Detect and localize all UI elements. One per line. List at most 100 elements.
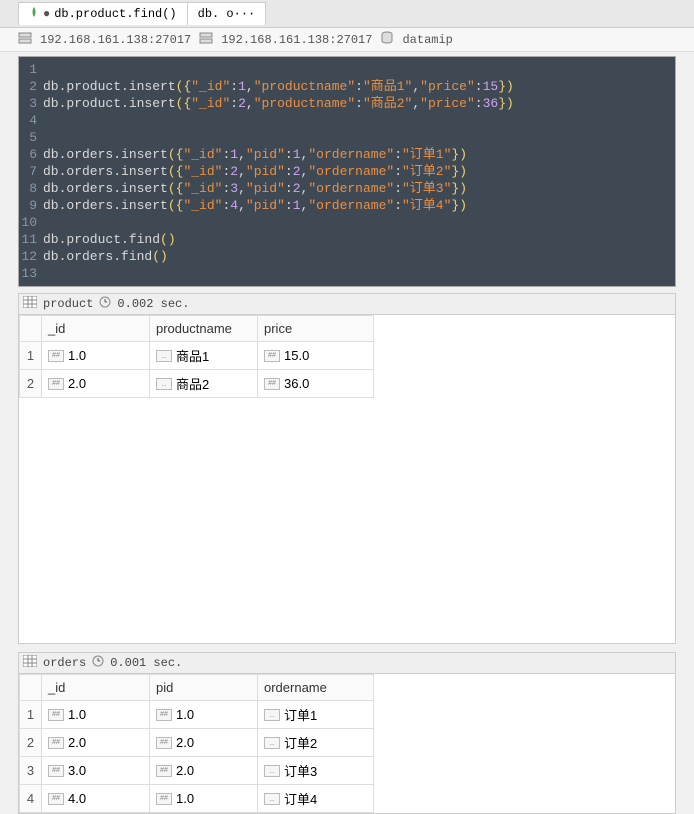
cell[interactable]: ## 1.0 (150, 701, 258, 729)
editor-line[interactable]: 6db.orders.insert({"_id":1,"pid":1,"orde… (19, 146, 675, 163)
line-number: 5 (19, 129, 43, 146)
grid-icon (23, 296, 37, 312)
result-name: orders (43, 656, 86, 670)
table-row[interactable]: 4##4.0 ## 1.0 ‥ 订单4 (20, 785, 374, 813)
editor-line[interactable]: 12db.orders.find() (19, 248, 675, 265)
line-number: 1 (19, 61, 43, 78)
code-content[interactable] (43, 214, 51, 231)
number-type-icon: ## (264, 378, 280, 390)
cell[interactable]: ‥商品2 (150, 370, 258, 398)
column-header[interactable]: _id (42, 675, 150, 701)
tab-query-2[interactable]: db. o··· (188, 2, 267, 25)
number-type-icon: ## (156, 793, 172, 805)
number-type-icon: ## (156, 737, 172, 749)
cell[interactable]: ## 36.0 (258, 370, 374, 398)
editor-line[interactable]: 4 (19, 112, 675, 129)
cell-value: 2.0 (68, 735, 86, 750)
column-header[interactable]: price (258, 316, 374, 342)
code-content[interactable]: db.orders.find() (43, 248, 168, 265)
product-table[interactable]: _idproductnameprice1##1.0‥商品1##15.02##2.… (19, 315, 374, 398)
code-editor[interactable]: 1 2db.product.insert({"_id":1,"productna… (18, 56, 676, 287)
code-content[interactable]: db.orders.insert({"_id":3,"pid":2,"order… (43, 180, 467, 197)
line-number: 12 (19, 248, 43, 265)
cell-value: 2.0 (176, 763, 194, 778)
cell-value: 1.0 (176, 707, 194, 722)
number-type-icon: ## (156, 709, 172, 721)
string-type-icon: ‥ (264, 793, 280, 805)
result-name: product (43, 297, 93, 311)
code-content[interactable] (43, 112, 51, 129)
row-number: 3 (20, 757, 42, 785)
cell[interactable]: ‥商品1 (150, 342, 258, 370)
cell-value: 订单2 (284, 733, 317, 752)
cell[interactable]: ‥订单2 (258, 729, 374, 757)
editor-line[interactable]: 1 (19, 61, 675, 78)
code-content[interactable]: db.product.insert({"_id":1,"productname"… (43, 78, 514, 95)
editor-line[interactable]: 13 (19, 265, 675, 282)
table-row[interactable]: 1##1.0‥商品1##15.0 (20, 342, 374, 370)
tab-label: db. o··· (198, 7, 256, 21)
code-content[interactable] (43, 265, 51, 282)
product-result: product 0.002 sec. _idproductnameprice1#… (18, 293, 676, 644)
cell-value: 36.0 (284, 376, 309, 391)
server-icon (18, 31, 32, 49)
orders-result: orders 0.001 sec. _idpidordername1##1.0#… (18, 652, 676, 814)
cell-value: 1.0 (176, 791, 194, 806)
code-content[interactable]: db.orders.insert({"_id":1,"pid":1,"order… (43, 146, 467, 163)
table-row[interactable]: 2##2.0‥商品2##36.0 (20, 370, 374, 398)
editor-line[interactable]: 2db.product.insert({"_id":1,"productname… (19, 78, 675, 95)
orders-table[interactable]: _idpidordername1##1.0##1.0‥订单12##2.0##2.… (19, 674, 374, 813)
cell[interactable]: ## 1.0 (150, 785, 258, 813)
table-row[interactable]: 2##2.0##2.0‥订单2 (20, 729, 374, 757)
mongo-leaf-icon (29, 7, 39, 21)
editor-line[interactable]: 3db.product.insert({"_id":2,"productname… (19, 95, 675, 112)
cell[interactable]: ‥订单3 (258, 757, 374, 785)
editor-line[interactable]: 9db.orders.insert({"_id":4,"pid":1,"orde… (19, 197, 675, 214)
column-header[interactable]: _id (42, 316, 150, 342)
editor-line[interactable]: 8db.orders.insert({"_id":3,"pid":2,"orde… (19, 180, 675, 197)
code-content[interactable]: db.orders.insert({"_id":2,"pid":2,"order… (43, 163, 467, 180)
code-content[interactable]: db.product.insert({"_id":2,"productname"… (43, 95, 514, 112)
tab-bar: db.product.find() db. o··· (0, 0, 694, 28)
number-type-icon: ## (48, 709, 64, 721)
cell[interactable]: ##4.0 (42, 785, 150, 813)
string-type-icon: ‥ (264, 709, 280, 721)
string-type-icon: ‥ (264, 765, 280, 777)
rownum-header (20, 316, 42, 342)
cell[interactable]: ##1.0 (42, 342, 150, 370)
editor-line[interactable]: 10 (19, 214, 675, 231)
code-content[interactable] (43, 61, 51, 78)
string-type-icon: ‥ (156, 350, 172, 362)
cell[interactable]: ##2.0 (150, 757, 258, 785)
column-header[interactable]: pid (150, 675, 258, 701)
table-row[interactable]: 1##1.0##1.0‥订单1 (20, 701, 374, 729)
row-number: 4 (20, 785, 42, 813)
line-number: 3 (19, 95, 43, 112)
rownum-header (20, 675, 42, 701)
result-header-product: product 0.002 sec. (18, 293, 676, 315)
column-header[interactable]: productname (150, 316, 258, 342)
cell[interactable]: ##15.0 (258, 342, 374, 370)
column-header[interactable]: ordername (258, 675, 374, 701)
cell[interactable]: ##2.0 (42, 729, 150, 757)
code-content[interactable]: db.product.find() (43, 231, 176, 248)
line-number: 4 (19, 112, 43, 129)
editor-line[interactable]: 11db.product.find() (19, 231, 675, 248)
editor-line[interactable]: 7db.orders.insert({"_id":2,"pid":2,"orde… (19, 163, 675, 180)
table-row[interactable]: 3##3.0##2.0‥订单3 (20, 757, 374, 785)
cell[interactable]: ‥ 订单4 (258, 785, 374, 813)
number-type-icon: ## (264, 350, 280, 362)
row-number: 1 (20, 701, 42, 729)
cell-value: 订单4 (284, 789, 317, 808)
cell[interactable]: ##2.0 (150, 729, 258, 757)
database-name: datamip (402, 33, 452, 47)
code-content[interactable] (43, 129, 51, 146)
cell[interactable]: ##1.0 (42, 701, 150, 729)
number-type-icon: ## (48, 350, 64, 362)
cell[interactable]: ‥订单1 (258, 701, 374, 729)
code-content[interactable]: db.orders.insert({"_id":4,"pid":1,"order… (43, 197, 467, 214)
cell[interactable]: ##2.0 (42, 370, 150, 398)
cell[interactable]: ##3.0 (42, 757, 150, 785)
editor-line[interactable]: 5 (19, 129, 675, 146)
tab-query-1[interactable]: db.product.find() (18, 2, 188, 25)
